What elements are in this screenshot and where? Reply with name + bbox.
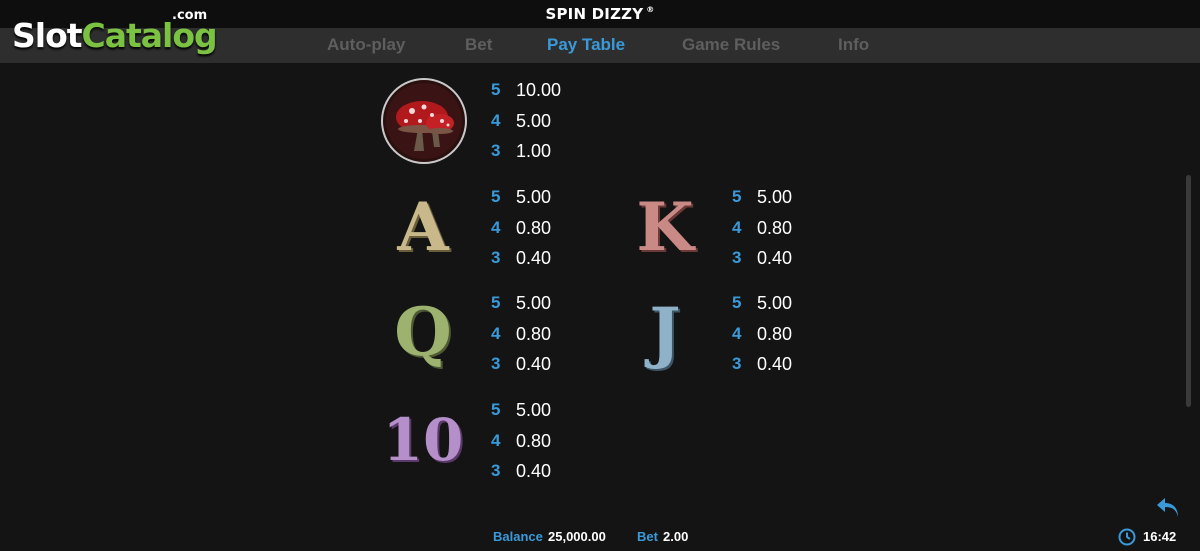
pay-row: 5 5.00 <box>491 400 591 431</box>
bet-value: 2.00 <box>663 529 689 544</box>
balance-label: Balance <box>493 529 543 544</box>
pay-row: 4 0.80 <box>491 218 591 249</box>
clock-icon <box>1118 528 1136 546</box>
pay-count: 3 <box>491 248 501 267</box>
back-arrow-icon[interactable] <box>1155 496 1181 520</box>
balance-value: 25,000.00 <box>548 529 606 544</box>
pay-value: 1.00 <box>516 141 552 161</box>
pay-count: 3 <box>732 354 742 373</box>
pay-count: 4 <box>491 323 501 343</box>
pay-value: 0.80 <box>516 323 552 344</box>
ten-symbol: 10 <box>378 395 468 485</box>
pay-count: 4 <box>732 217 742 237</box>
pay-value: 0.80 <box>516 430 552 451</box>
j-symbol-letter: J <box>649 293 681 371</box>
mushroom-icon <box>381 78 467 164</box>
slotcatalog-logo: SlotCatalog .com <box>12 8 218 55</box>
pay-count: 3 <box>491 141 501 160</box>
pay-row: 5 5.00 <box>732 187 832 218</box>
pay-count: 3 <box>491 461 501 480</box>
pay-value: 5.00 <box>516 187 552 207</box>
pay-count: 4 <box>491 110 501 130</box>
mushroom-symbol <box>379 76 469 166</box>
clock-time: 16:42 <box>1143 529 1177 544</box>
pay-value: 5.00 <box>516 293 552 313</box>
pay-row: 5 5.00 <box>732 293 832 324</box>
pay-value: 0.40 <box>516 248 552 268</box>
pay-count: 4 <box>491 217 501 237</box>
pay-count: 5 <box>491 400 501 419</box>
bet-label: Bet <box>637 529 658 544</box>
k-pays: 5 5.00 4 0.80 3 0.40 <box>732 187 832 279</box>
status-footer: Balance 25,000.00 Bet 2.00 <box>0 529 1200 548</box>
pay-value: 0.80 <box>757 323 793 344</box>
pay-row: 4 0.80 <box>491 431 591 462</box>
pay-value: 10.00 <box>516 80 562 100</box>
pay-row: 4 0.80 <box>491 324 591 355</box>
tab-pay-table[interactable]: Pay Table <box>547 35 625 55</box>
ten-symbol-letter: 10 <box>382 406 464 474</box>
pay-value: 5.00 <box>757 293 793 313</box>
logo-com-text: .com <box>172 8 208 23</box>
pay-count: 5 <box>732 187 742 206</box>
tab-info[interactable]: Info <box>838 35 869 55</box>
pay-count: 3 <box>491 354 501 373</box>
pay-value: 5.00 <box>516 110 552 131</box>
pay-value: 0.80 <box>516 217 552 238</box>
pay-count: 5 <box>491 187 501 206</box>
tab-bet[interactable]: Bet <box>465 35 492 55</box>
k-symbol-letter: K <box>636 188 694 266</box>
pay-row: 3 0.40 <box>491 248 591 279</box>
q-symbol: Q <box>378 287 468 377</box>
ten-pays: 5 5.00 4 0.80 3 0.40 <box>491 400 591 492</box>
pay-row: 3 1.00 <box>491 141 591 172</box>
tab-game-rules[interactable]: Game Rules <box>682 35 780 55</box>
pay-row: 4 5.00 <box>491 111 591 142</box>
pay-count: 5 <box>491 293 501 312</box>
a-symbol: A <box>378 182 468 272</box>
pay-value: 0.40 <box>516 461 552 481</box>
k-symbol: K <box>620 182 710 272</box>
pay-count: 4 <box>491 430 501 450</box>
pay-count: 4 <box>732 323 742 343</box>
registered-mark: ® <box>646 5 655 14</box>
pay-value: 0.80 <box>757 217 793 238</box>
pay-count: 5 <box>732 293 742 312</box>
mushroom-pays: 5 10.00 4 5.00 3 1.00 <box>491 80 591 172</box>
pay-row: 3 0.40 <box>732 248 832 279</box>
pay-row: 3 0.40 <box>491 461 591 492</box>
pay-count: 3 <box>732 248 742 267</box>
pay-row: 4 0.80 <box>732 218 832 249</box>
logo-slot-text: Slot <box>12 16 83 55</box>
q-pays: 5 5.00 4 0.80 3 0.40 <box>491 293 591 385</box>
pay-value: 0.40 <box>757 354 793 374</box>
q-symbol-letter: Q <box>394 293 452 371</box>
pay-row: 5 10.00 <box>491 80 591 111</box>
j-pays: 5 5.00 4 0.80 3 0.40 <box>732 293 832 385</box>
a-pays: 5 5.00 4 0.80 3 0.40 <box>491 187 591 279</box>
pay-row: 5 5.00 <box>491 187 591 218</box>
pay-value: 0.40 <box>757 248 793 268</box>
pay-value: 5.00 <box>516 400 552 420</box>
pay-row: 5 5.00 <box>491 293 591 324</box>
pay-value: 5.00 <box>757 187 793 207</box>
game-title-text: SPIN DIZZY <box>545 5 644 23</box>
pay-row: 3 0.40 <box>491 354 591 385</box>
a-symbol-letter: A <box>397 188 449 266</box>
scrollbar[interactable] <box>1186 175 1191 407</box>
pay-row: 3 0.40 <box>732 354 832 385</box>
tab-auto-play[interactable]: Auto-play <box>327 35 405 55</box>
pay-row: 4 0.80 <box>732 324 832 355</box>
pay-value: 0.40 <box>516 354 552 374</box>
pay-count: 5 <box>491 80 501 99</box>
j-symbol: J <box>620 287 710 377</box>
